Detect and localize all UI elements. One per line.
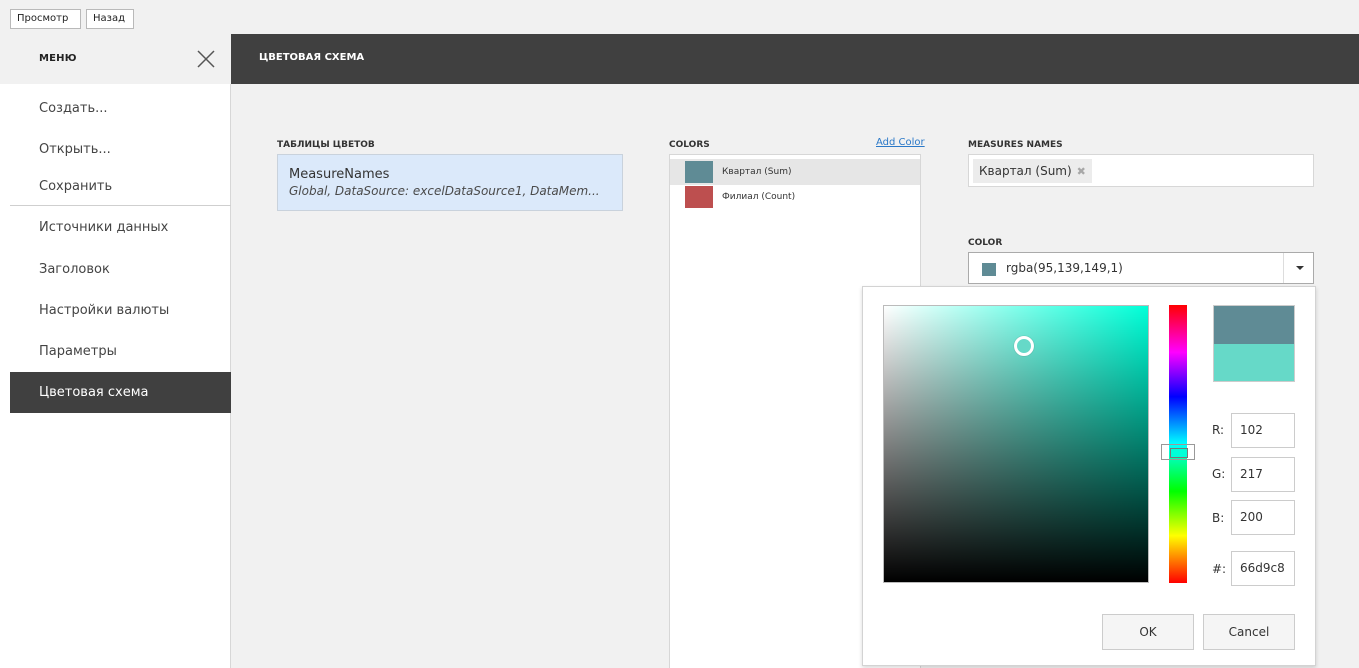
- color-tables-label: ТАБЛИЦЫ ЦВЕТОВ: [277, 140, 375, 150]
- new-color-preview: [1214, 344, 1294, 381]
- color-preview: [1213, 305, 1295, 382]
- remove-tag-icon[interactable]: ✖: [1077, 165, 1086, 178]
- back-button[interactable]: Назад: [86, 9, 134, 29]
- green-input[interactable]: 217: [1231, 457, 1295, 492]
- menu-header: МЕНЮ: [0, 34, 231, 84]
- selected-color-swatch: [982, 263, 996, 276]
- menu-item-title[interactable]: Заголовок: [10, 249, 231, 290]
- hex-input[interactable]: 66d9c8: [1231, 551, 1295, 586]
- add-color-link[interactable]: Add Color: [876, 137, 925, 148]
- menu-item-currency-settings[interactable]: Настройки валюты: [10, 290, 231, 331]
- sidebar-menu: МЕНЮ Создать... Открыть... Сохранить Ист…: [0, 34, 231, 668]
- menu-title: МЕНЮ: [39, 53, 77, 64]
- colors-label: COLORS: [669, 140, 710, 150]
- preview-button[interactable]: Просмотр: [10, 9, 81, 29]
- measure-tag-label: Квартал (Sum): [979, 164, 1072, 178]
- ok-button[interactable]: OK: [1102, 614, 1194, 650]
- color-value-input[interactable]: rgba(95,139,149,1): [1006, 261, 1123, 275]
- menu-item-create[interactable]: Создать...: [10, 88, 231, 129]
- color-table-name: MeasureNames: [289, 167, 390, 182]
- page-header: ЦВЕТОВАЯ СХЕМА: [231, 34, 1359, 84]
- hex-label: #:: [1212, 562, 1227, 576]
- measure-tag: Квартал (Sum) ✖: [973, 159, 1092, 183]
- measures-names-tag-box[interactable]: Квартал (Sum) ✖: [968, 154, 1314, 187]
- color-table-item[interactable]: MeasureNames Global, DataSource: excelDa…: [277, 154, 623, 211]
- menu-item-parameters[interactable]: Параметры: [10, 331, 231, 372]
- saturation-handle[interactable]: [1014, 336, 1034, 356]
- menu-item-data-sources[interactable]: Источники данных: [10, 207, 231, 248]
- color-list-item[interactable]: Квартал (Sum): [670, 159, 920, 185]
- color-field-label: COLOR: [968, 238, 1003, 248]
- color-list-item[interactable]: Филиал (Count): [670, 184, 920, 210]
- chevron-down-icon[interactable]: [1283, 253, 1313, 283]
- measures-names-label: MEASURES NAMES: [968, 140, 1063, 150]
- color-item-label: Квартал (Sum): [722, 167, 792, 177]
- color-swatch: [685, 161, 713, 183]
- color-swatch: [685, 186, 713, 208]
- hue-handle[interactable]: [1161, 444, 1195, 460]
- red-label: R:: [1212, 423, 1225, 437]
- menu-item-save[interactable]: Сохранить: [10, 166, 231, 207]
- color-dropdown[interactable]: rgba(95,139,149,1): [968, 252, 1314, 284]
- green-label: G:: [1212, 467, 1226, 481]
- previous-color-preview: [1214, 306, 1294, 344]
- page-title: ЦВЕТОВАЯ СХЕМА: [259, 52, 365, 63]
- color-item-label: Филиал (Count): [722, 192, 796, 202]
- menu-divider: [10, 205, 231, 206]
- blue-input[interactable]: 200: [1231, 500, 1295, 535]
- saturation-value-area[interactable]: [883, 305, 1149, 583]
- red-input[interactable]: 102: [1231, 413, 1295, 448]
- color-table-description: Global, DataSource: excelDataSource1, Da…: [289, 184, 600, 198]
- cancel-button[interactable]: Cancel: [1203, 614, 1295, 650]
- color-picker-popup: R: 102 G: 217 B: 200 #: 66d9c8 OK Cancel: [862, 286, 1316, 666]
- top-toolbar: Просмотр Назад: [0, 0, 1359, 34]
- blue-label: B:: [1212, 511, 1225, 525]
- menu-item-color-scheme[interactable]: Цветовая схема: [10, 372, 231, 413]
- menu-item-open[interactable]: Открыть...: [10, 129, 231, 170]
- close-icon[interactable]: [196, 49, 216, 69]
